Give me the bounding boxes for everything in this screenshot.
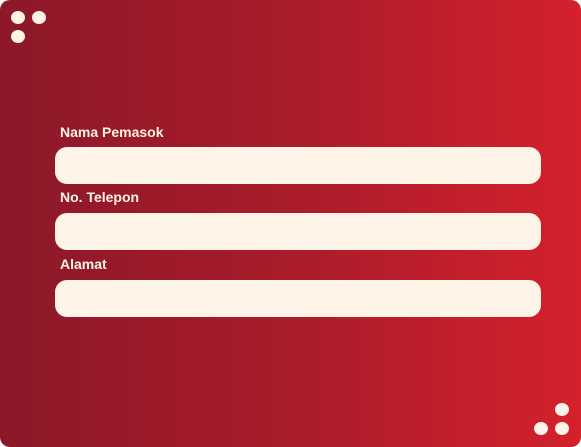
decorative-dot-icon (11, 11, 25, 24)
decorative-dot-icon (555, 422, 569, 435)
form-card: Nama Pemasok No. Telepon Alamat (0, 0, 581, 447)
decorative-dot-icon (534, 422, 548, 435)
decorative-dot-icon (11, 30, 25, 43)
decorative-dot-icon (32, 11, 46, 24)
phone-input[interactable] (55, 213, 541, 250)
supplier-name-label: Nama Pemasok (60, 124, 164, 140)
address-input[interactable] (55, 280, 541, 317)
decorative-dot-icon (555, 403, 569, 416)
address-label: Alamat (60, 256, 107, 272)
supplier-name-input[interactable] (55, 147, 541, 184)
phone-label: No. Telepon (60, 189, 140, 205)
